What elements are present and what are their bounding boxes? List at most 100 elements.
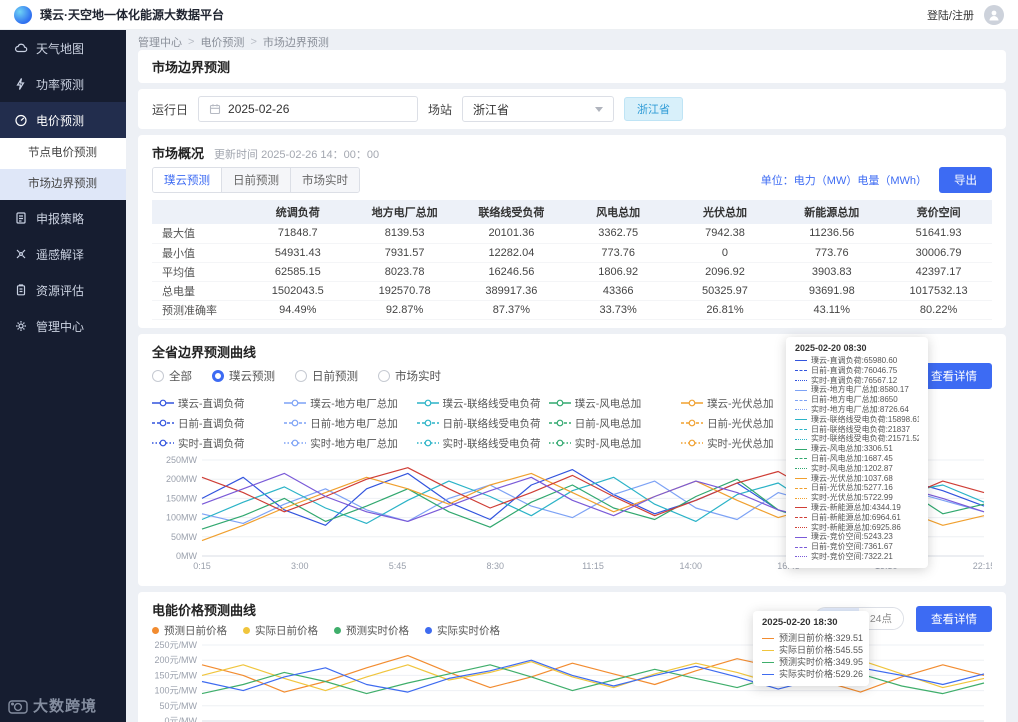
overview-tab[interactable]: 市场实时	[291, 168, 359, 192]
station-select[interactable]: 浙江省	[462, 96, 615, 122]
table-cell: 11236.56	[778, 224, 886, 244]
legend-item[interactable]: 实时-联络线受电负荷	[416, 436, 545, 451]
table-header-cell: 竞价空间	[885, 200, 992, 224]
series-marker-icon	[795, 517, 807, 519]
legend-item[interactable]: 璞云-风电总加	[548, 396, 677, 411]
radio-市场实时[interactable]: 市场实时	[378, 368, 441, 384]
sidebar-item-price-forecast[interactable]: 电价预测	[0, 102, 126, 138]
legend-item[interactable]: 日前-联络线受电负荷	[416, 416, 545, 431]
legend-marker-icon	[548, 399, 571, 407]
legend-item[interactable]: 实时-直调负荷	[152, 436, 280, 451]
legend-item[interactable]: 预测日前价格	[152, 623, 227, 638]
run-date-input[interactable]: 2025-02-26	[198, 96, 419, 122]
table-header-cell	[152, 200, 245, 224]
series-marker-icon	[795, 497, 807, 499]
legend-item[interactable]: 实际日前价格	[243, 623, 318, 638]
table-cell: 50325.97	[671, 281, 779, 301]
svg-text:200MW: 200MW	[166, 474, 198, 484]
breadcrumb-item[interactable]: 电价预测	[200, 34, 244, 50]
overview-tab[interactable]: 璞云预测	[153, 168, 222, 192]
tooltip-line: 预测日前价格:329.51	[762, 632, 863, 644]
user-icon	[989, 10, 999, 20]
export-button[interactable]: 导出	[939, 167, 992, 193]
breadcrumb-item-current[interactable]: 市场边界预测	[263, 34, 329, 50]
legend-item[interactable]: 璞云-直调负荷	[152, 396, 280, 411]
sidebar-item-label: 申报策略	[36, 211, 85, 226]
station-label: 场站	[428, 102, 453, 117]
svg-text:50MW: 50MW	[171, 531, 198, 541]
price-section-title: 电能价格预测曲线	[152, 602, 257, 618]
legend-item[interactable]: 日前-风电总加	[548, 416, 677, 431]
sidebar-item-power-forecast[interactable]: 功率预测	[0, 66, 126, 102]
sidebar-item-label: 功率预测	[36, 77, 85, 92]
overview-tab[interactable]: 日前预测	[222, 168, 291, 192]
table-cell: 1502043.5	[244, 281, 352, 301]
main-content: 管理中心 > 电价预测 > 市场边界预测 市场边界预测 运行日 2025-02-…	[126, 30, 1018, 722]
table-cell: 773.76	[564, 243, 672, 263]
table-cell: 30006.79	[885, 243, 992, 263]
sidebar-item-weather-map[interactable]: 天气地图	[0, 30, 126, 66]
legend-item[interactable]: 璞云-联络线受电负荷	[416, 396, 545, 411]
legend-item[interactable]: 实时-地方电厂总加	[284, 436, 412, 451]
sidebar-item-admin-center[interactable]: 管理中心	[0, 308, 126, 344]
run-date-value: 2025-02-26	[228, 102, 290, 116]
legend-marker-icon	[152, 419, 174, 427]
power-forecast-icon	[14, 77, 28, 91]
legend-dot-icon	[334, 626, 341, 634]
sidebar: 天气地图 功率预测 电价预测 节点电价预测 市场边界预测 申报策略 遥感解译 资…	[0, 30, 126, 722]
breadcrumb-separator: >	[250, 36, 257, 48]
series-marker-icon	[762, 673, 774, 675]
table-cell: 389917.36	[457, 281, 565, 301]
app-root: 璞云·天空地一体化能源大数据平台 登陆/注册 天气地图 功率预测 电价预测 节点…	[0, 0, 1018, 722]
legend-item[interactable]: 实际实时价格	[425, 623, 500, 638]
tooltip-line: 璞云-新能源总加:4344.19	[795, 503, 919, 513]
radio-璞云预测[interactable]: 璞云预测	[212, 368, 275, 384]
user-avatar[interactable]	[984, 4, 1004, 25]
sidebar-item-market-boundary-forecast[interactable]: 市场边界预测	[0, 169, 126, 200]
tooltip-line: 实时-光伏总加:5722.99	[795, 493, 919, 503]
login-register-link[interactable]: 登陆/注册	[927, 7, 974, 23]
legend-item[interactable]: 璞云-地方电厂总加	[284, 396, 412, 411]
legend-item[interactable]: 日前-地方电厂总加	[284, 416, 412, 431]
table-cell: 7931.57	[351, 243, 458, 263]
radio-全部[interactable]: 全部	[152, 368, 192, 384]
series-marker-icon	[795, 526, 807, 528]
strategy-icon	[14, 211, 28, 225]
breadcrumb-item[interactable]: 管理中心	[138, 34, 182, 50]
table-header-cell: 新能源总加	[778, 200, 886, 224]
legend-marker-icon	[416, 439, 439, 447]
unit-label: 单位：电力（MW）电量（MWh）	[760, 175, 927, 187]
sidebar-item-node-price-forecast[interactable]: 节点电价预测	[0, 138, 126, 169]
legend-item[interactable]: 实时-风电总加	[548, 436, 677, 451]
tooltip-line: 日前-新能源总加:6964.61	[795, 513, 919, 523]
legend-item[interactable]: 预测实时价格	[334, 623, 409, 638]
svg-text:5:45: 5:45	[389, 561, 407, 571]
sidebar-item-declaration-strategy[interactable]: 申报策略	[0, 200, 126, 236]
table-cell: 7942.38	[671, 224, 779, 244]
series-marker-icon	[762, 637, 774, 639]
tooltip-line: 实际实时价格:529.26	[762, 668, 863, 680]
legend-marker-icon	[284, 419, 307, 427]
table-cell: 43366	[564, 281, 672, 301]
boundary-chart-tooltip: 2025-02-20 08:30 璞云-直调负荷:65980.60 日前-直调负荷…	[786, 337, 928, 568]
app-logo-icon	[14, 5, 32, 24]
sidebar-item-resource-evaluation[interactable]: 资源评估	[0, 272, 126, 308]
overview-tabs: 璞云预测 日前预测 市场实时	[152, 167, 360, 193]
table-cell: 43.11%	[778, 300, 886, 320]
watermark: 大数跨境	[8, 695, 97, 716]
legend-marker-icon	[681, 439, 704, 447]
radio-日前预测[interactable]: 日前预测	[295, 368, 358, 384]
gear-icon	[14, 319, 28, 333]
table-cell: 773.76	[778, 243, 886, 263]
calendar-icon	[209, 104, 221, 115]
svg-text:100MW: 100MW	[166, 512, 198, 522]
row-label: 总电量	[152, 281, 245, 301]
radio-dot	[295, 369, 307, 382]
price-view-detail-button[interactable]: 查看详情	[916, 605, 992, 632]
svg-text:22:15: 22:15	[973, 561, 992, 571]
sidebar-item-remote-sensing[interactable]: 遥感解译	[0, 236, 126, 272]
table-header-cell: 联络线受负荷	[457, 200, 565, 224]
sidebar-item-label: 资源评估	[36, 283, 85, 298]
legend-item[interactable]: 日前-直调负荷	[152, 416, 280, 431]
row-label: 最小值	[152, 243, 245, 263]
